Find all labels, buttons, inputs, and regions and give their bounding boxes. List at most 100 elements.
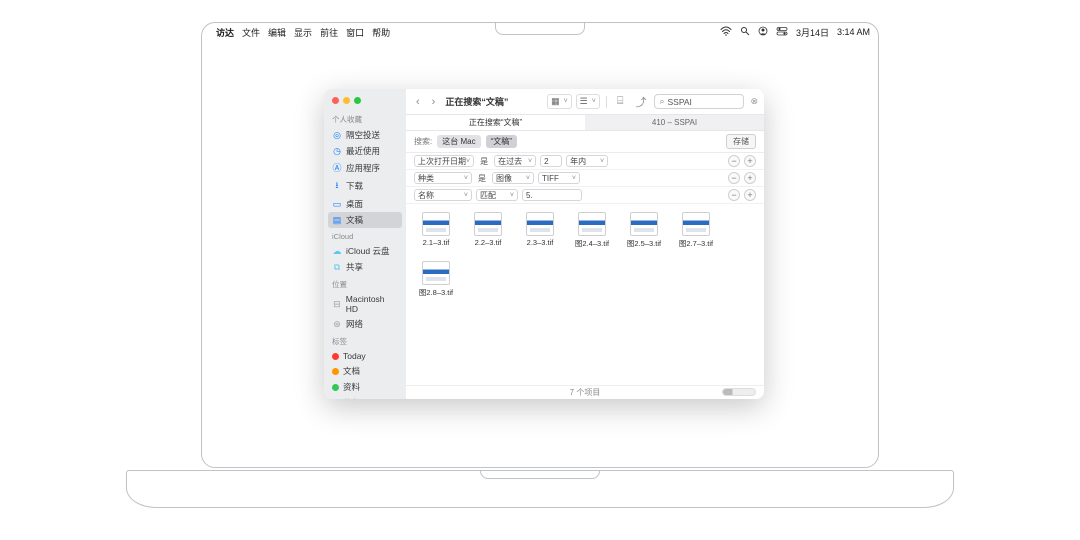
search-icon: ⌕ — [659, 96, 664, 107]
icon-size-slider[interactable] — [722, 388, 756, 396]
chevron-down-icon: ˅ — [510, 192, 514, 199]
search-filter-row: 名称˅ 匹配˅ 5. − + — [406, 187, 764, 204]
view-icon-button[interactable]: ▦˅ — [547, 94, 572, 109]
file-item[interactable]: 图2.7–3.tif — [676, 212, 716, 249]
search-field[interactable]: ⌕ SSPAI — [654, 94, 744, 109]
file-icon-view[interactable]: 2.1–3.tif 2.2–3.tif 2.3–3.tif 图2.4–3.tif… — [406, 204, 764, 385]
tag-dot-icon — [332, 353, 339, 360]
filter-kind-select[interactable]: 图像˅ — [492, 172, 534, 184]
sidebar-item-icloud[interactable]: ☁ iCloud 云盘 — [324, 243, 406, 259]
clear-search-button[interactable]: ⊗ — [750, 96, 758, 107]
scope-label: 搜索: — [414, 136, 432, 147]
search-scope-bar: 搜索: 这台 Mac “文稿” 存储 — [406, 131, 764, 153]
chevron-down-icon: ˅ — [526, 175, 530, 182]
menubar-item[interactable]: 编辑 — [268, 26, 286, 39]
chevron-down-icon: ˅ — [464, 192, 468, 199]
add-filter-button[interactable]: + — [744, 172, 756, 184]
finder-window: 个人收藏 ◎隔空投送 ◷最近使用 Ⓐ应用程序 ⭳下载 ▭桌面 ▤文稿 iClou… — [324, 89, 764, 399]
menubar-item[interactable]: 窗口 — [346, 26, 364, 39]
filter-value-input[interactable]: 2 — [540, 155, 562, 167]
new-folder-button[interactable]: ⌸ — [613, 94, 628, 109]
file-item[interactable]: 2.2–3.tif — [468, 212, 508, 249]
remove-filter-button[interactable]: − — [728, 189, 740, 201]
menubar-time[interactable]: 3:14 AM — [837, 27, 870, 37]
sidebar-tag[interactable]: Today — [324, 349, 406, 363]
sidebar-item-label: 桌面 — [346, 198, 363, 210]
sidebar-item-label: 文稿 — [346, 214, 363, 226]
filter-name-input[interactable]: 5. — [522, 189, 582, 201]
spotlight-icon[interactable] — [740, 26, 750, 39]
sidebar-item-recents[interactable]: ◷最近使用 — [324, 143, 406, 159]
menubar-item[interactable]: 文件 — [242, 26, 260, 39]
tiff-file-icon — [578, 212, 606, 236]
laptop-base-notch — [480, 471, 600, 479]
tab-label: 410 – SSPAI — [652, 118, 697, 127]
chevron-down-icon: ˅ — [564, 98, 568, 105]
sidebar-tag[interactable]: 资料 — [324, 379, 406, 395]
control-center-icon[interactable] — [776, 26, 788, 39]
finder-main: ‹ › 正在搜索“文稿” ▦˅ ☰˅ ⌸ ⤴ ⌕ SSPAI ⊗ 正在搜索“文稿… — [406, 89, 764, 399]
filter-unit-select[interactable]: 年内˅ — [566, 155, 608, 167]
file-item[interactable]: 2.1–3.tif — [416, 212, 456, 249]
menubar-item[interactable]: 显示 — [294, 26, 312, 39]
sidebar-item-label: 资料 — [343, 381, 360, 393]
sidebar-tag[interactable]: 蓝色 — [324, 395, 406, 399]
add-filter-button[interactable]: + — [744, 155, 756, 167]
menubar-item[interactable]: 帮助 — [372, 26, 390, 39]
forward-button[interactable]: › — [428, 95, 440, 109]
tab[interactable]: 正在搜索“文稿” — [406, 115, 585, 130]
sidebar-item-applications[interactable]: Ⓐ应用程序 — [324, 159, 406, 176]
laptop-screen: 访达 文件 编辑 显示 前往 窗口 帮助 3月14日 3:14 AM — [201, 22, 879, 468]
sidebar-item-airdrop[interactable]: ◎隔空投送 — [324, 127, 406, 143]
filter-attribute-select[interactable]: 名称˅ — [414, 189, 472, 201]
download-icon: ⭳ — [332, 178, 342, 194]
sidebar-tag[interactable]: 文档 — [324, 363, 406, 379]
close-button[interactable] — [332, 97, 339, 104]
file-item[interactable]: 图2.5–3.tif — [624, 212, 664, 249]
file-item[interactable]: 2.3–3.tif — [520, 212, 560, 249]
file-item[interactable]: 图2.4–3.tif — [572, 212, 612, 249]
scope-documents[interactable]: “文稿” — [486, 135, 517, 148]
airdrop-icon: ◎ — [332, 130, 342, 141]
menubar-item[interactable]: 前往 — [320, 26, 338, 39]
zoom-button[interactable] — [354, 97, 361, 104]
laptop-base — [126, 470, 954, 508]
finder-sidebar: 个人收藏 ◎隔空投送 ◷最近使用 Ⓐ应用程序 ⭳下载 ▭桌面 ▤文稿 iClou… — [324, 89, 406, 399]
filter-attribute-select[interactable]: 种类˅ — [414, 172, 472, 184]
remove-filter-button[interactable]: − — [728, 155, 740, 167]
list-icon: ☰ — [580, 96, 588, 107]
sidebar-item-shared[interactable]: ⧉共享 — [324, 259, 406, 275]
minimize-button[interactable] — [343, 97, 350, 104]
cloud-icon: ☁ — [332, 246, 342, 257]
sidebar-item-disk[interactable]: ⊟Macintosh HD — [324, 292, 406, 316]
back-button[interactable]: ‹ — [412, 95, 424, 109]
tiff-file-icon — [422, 261, 450, 285]
sidebar-item-downloads[interactable]: ⭳下载 — [324, 176, 406, 196]
menubar-date[interactable]: 3月14日 — [796, 26, 829, 39]
chevron-down-icon: ˅ — [464, 175, 468, 182]
scope-this-mac[interactable]: 这台 Mac — [437, 135, 480, 148]
add-filter-button[interactable]: + — [744, 189, 756, 201]
wifi-icon[interactable] — [720, 26, 732, 39]
filter-format-select[interactable]: TIFF˅ — [538, 172, 580, 184]
sidebar-item-label: iCloud 云盘 — [346, 245, 389, 257]
remove-filter-button[interactable]: − — [728, 172, 740, 184]
tab[interactable]: 410 – SSPAI — [585, 115, 764, 130]
search-filter-row: 种类˅ 是 图像˅ TIFF˅ − + — [406, 170, 764, 187]
group-button[interactable]: ☰˅ — [576, 94, 600, 109]
filter-attribute-select[interactable]: 上次打开日期˅ — [414, 155, 474, 167]
chevron-down-icon: ˅ — [528, 158, 532, 165]
file-item[interactable]: 图2.8–3.tif — [416, 261, 456, 298]
save-search-button[interactable]: 存储 — [726, 134, 756, 149]
menubar-app-name[interactable]: 访达 — [216, 26, 234, 39]
user-icon[interactable] — [758, 26, 768, 39]
sidebar-item-label: 网络 — [346, 318, 363, 330]
share-button[interactable]: ⤴ — [631, 93, 650, 111]
sidebar-item-documents[interactable]: ▤文稿 — [328, 212, 402, 228]
file-label: 图2.7–3.tif — [679, 238, 713, 249]
sidebar-item-network[interactable]: ⊛网络 — [324, 316, 406, 332]
filter-match-select[interactable]: 匹配˅ — [476, 189, 518, 201]
sidebar-item-desktop[interactable]: ▭桌面 — [324, 196, 406, 212]
status-bar: 7 个项目 — [406, 385, 764, 399]
filter-relation-select[interactable]: 在过去˅ — [494, 155, 536, 167]
